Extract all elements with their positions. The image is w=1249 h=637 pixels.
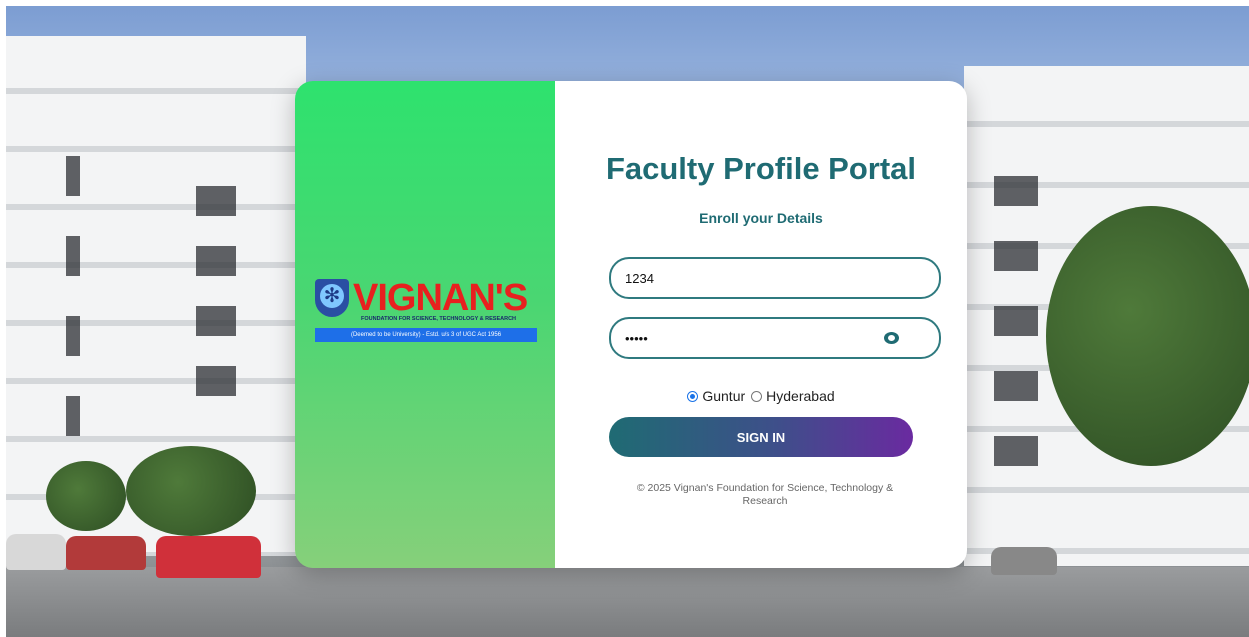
login-card: ✻ VIGNAN'S FOUNDATION FOR SCIENCE, TECHN…: [295, 81, 967, 568]
campus-label-hyderabad: Hyderabad: [766, 388, 835, 404]
username-field-wrapper: [609, 257, 941, 299]
vignan-logo: ✻ VIGNAN'S FOUNDATION FOR SCIENCE, TECHN…: [315, 279, 537, 342]
page-title: Faculty Profile Portal: [605, 151, 917, 186]
brand-panel: ✻ VIGNAN'S FOUNDATION FOR SCIENCE, TECHN…: [295, 81, 555, 568]
copyright-footer: © 2025 Vignan's Foundation for Science, …: [636, 482, 894, 507]
brand-name: VIGNAN'S: [353, 277, 528, 319]
campus-selector: Guntur Hyderabad: [555, 388, 967, 404]
eye-icon[interactable]: [884, 332, 899, 344]
campus-option-guntur[interactable]: Guntur: [687, 388, 745, 404]
campus-option-hyderabad[interactable]: Hyderabad: [751, 388, 835, 404]
password-field-wrapper: [609, 317, 941, 359]
username-input[interactable]: [625, 268, 885, 288]
sign-in-button[interactable]: SIGN IN: [609, 417, 913, 457]
form-panel: Faculty Profile Portal Enroll your Detai…: [555, 81, 967, 568]
password-input[interactable]: [625, 328, 885, 348]
campus-label-guntur: Guntur: [702, 388, 746, 404]
radio-guntur[interactable]: [687, 390, 699, 402]
brand-tagline: FOUNDATION FOR SCIENCE, TECHNOLOGY & RES…: [361, 316, 517, 322]
page-subtitle: Enroll your Details: [699, 210, 823, 226]
radio-hyderabad[interactable]: [751, 390, 763, 402]
shield-icon: ✻: [315, 279, 349, 317]
brand-strip: (Deemed to be University) - Estd. u/s 3 …: [315, 328, 537, 342]
